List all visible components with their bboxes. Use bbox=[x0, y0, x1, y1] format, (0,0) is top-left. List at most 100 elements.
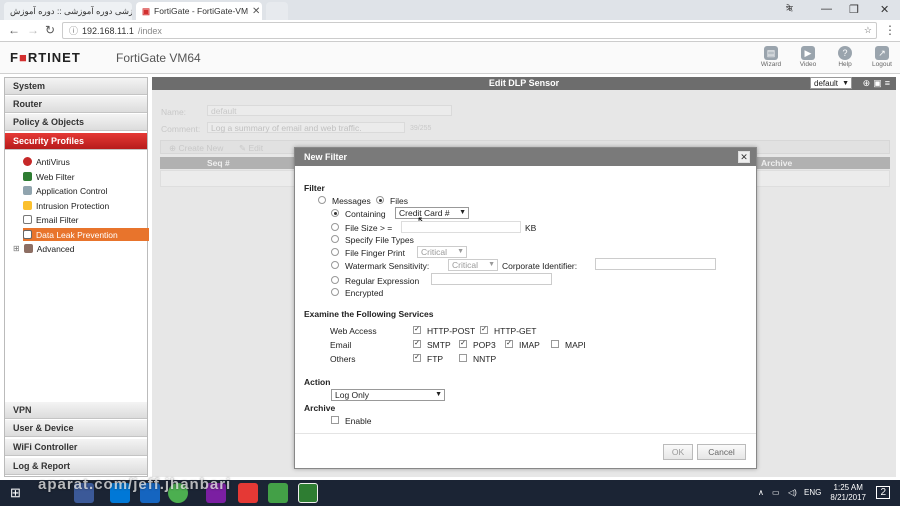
watermark-label: Watermark Sensitivity: bbox=[345, 261, 430, 271]
messages-label: Messages bbox=[332, 196, 371, 206]
file-size-input[interactable] bbox=[401, 221, 521, 233]
encrypted-radio[interactable] bbox=[331, 288, 339, 296]
sidebar-item-intrusion-protection[interactable]: Intrusion Protection bbox=[23, 199, 113, 212]
cancel-button[interactable]: Cancel bbox=[697, 444, 746, 460]
watermark-select[interactable]: Critical ▼ bbox=[448, 259, 498, 271]
http-get-label: HTTP-GET bbox=[494, 326, 537, 336]
video-icon: ▶ bbox=[801, 46, 815, 60]
http-post-label: HTTP-POST bbox=[427, 326, 476, 336]
archive-enable-checkbox[interactable] bbox=[331, 416, 339, 424]
minimize-icon[interactable]: — bbox=[821, 3, 832, 15]
http-get-checkbox[interactable]: ✓ bbox=[480, 326, 488, 334]
shield-icon bbox=[23, 201, 32, 210]
browser-tab-course[interactable]: فیلم آموزشی دوره آموزشی :: دوره آموزش ✕ bbox=[4, 2, 132, 20]
windows-start-icon[interactable]: ⊞ bbox=[10, 485, 21, 501]
regex-input[interactable] bbox=[431, 273, 552, 285]
regex-label: Regular Expression bbox=[345, 276, 420, 286]
action-select[interactable]: Log Only ▼ bbox=[331, 389, 445, 401]
ok-button[interactable]: OK bbox=[663, 444, 693, 460]
file-types-radio[interactable] bbox=[331, 235, 339, 243]
email-label: Email bbox=[330, 340, 352, 350]
sidebar-item-email-filter[interactable]: Email Filter bbox=[23, 213, 83, 226]
video-button[interactable]: ▶ Video bbox=[794, 46, 822, 68]
menu-icon[interactable]: ⋮ bbox=[884, 23, 896, 37]
ftp-checkbox[interactable]: ✓ bbox=[413, 354, 421, 362]
watermark: aparat.com/jeff.jhanbari bbox=[38, 476, 232, 493]
clone-icon[interactable]: ▣ bbox=[873, 78, 885, 88]
network-icon[interactable]: ▭ bbox=[772, 488, 780, 497]
url-field[interactable]: ⓘ 192.168.11.1/index ☆ bbox=[62, 22, 877, 39]
corp-id-input[interactable] bbox=[595, 258, 716, 270]
http-post-checkbox[interactable]: ✓ bbox=[413, 326, 421, 334]
tab-label: FortiGate - FortiGate-VM bbox=[154, 6, 249, 16]
regex-radio[interactable] bbox=[331, 276, 339, 284]
reload-icon[interactable]: ↻ bbox=[45, 23, 55, 37]
info-icon: ⓘ bbox=[69, 26, 79, 36]
sidebar-item-policy-objects[interactable]: Policy & Objects bbox=[5, 114, 147, 131]
sidebar-item-advanced[interactable]: ⊞ Advanced bbox=[13, 242, 79, 255]
add-icon[interactable]: ⊕ bbox=[863, 78, 874, 88]
examine-section-label: Examine the Following Services bbox=[304, 309, 434, 319]
help-button[interactable]: ? Help bbox=[831, 46, 859, 68]
sidebar-item-data-leak-prevention[interactable]: Data Leak Prevention bbox=[23, 228, 149, 241]
dialog-title: New Filter bbox=[295, 148, 756, 166]
browser-tab-bar: فیلم آموزشی دوره آموزشی :: دوره آموزش ✕ … bbox=[0, 0, 900, 20]
wizard-button[interactable]: ▤ Wizard bbox=[757, 46, 785, 68]
sidebar-item-system[interactable]: System bbox=[5, 78, 147, 95]
vdom-select[interactable]: default ▼ bbox=[810, 77, 852, 89]
system-clock[interactable]: 1:25 AM 8/21/2017 bbox=[830, 483, 866, 503]
taskbar-app-icon[interactable] bbox=[298, 483, 318, 503]
input-language-label[interactable]: ENG bbox=[804, 488, 821, 497]
containing-select[interactable]: Credit Card # ▼ bbox=[395, 207, 469, 219]
imap-checkbox[interactable]: ✓ bbox=[505, 340, 513, 348]
files-radio[interactable] bbox=[376, 196, 384, 204]
chevron-down-icon: ▼ bbox=[457, 248, 464, 255]
sidebar-item-user-device[interactable]: User & Device bbox=[5, 420, 147, 437]
tab-label: فیلم آموزشی دوره آموزشی :: دوره آموزش bbox=[10, 5, 132, 16]
window-user-label: ऋॆ bbox=[786, 4, 793, 13]
volume-icon[interactable]: ◁) bbox=[788, 488, 797, 497]
close-icon[interactable]: ✕ bbox=[738, 151, 750, 163]
sidebar-item-log-report[interactable]: Log & Report bbox=[5, 458, 147, 475]
pop3-checkbox[interactable]: ✓ bbox=[459, 340, 467, 348]
sidebar-item-antivirus[interactable]: AntiVirus bbox=[23, 155, 74, 168]
close-tab-icon[interactable]: ✕ bbox=[252, 6, 260, 17]
containing-radio[interactable] bbox=[331, 209, 339, 217]
fortinet-logo: F■RTINET bbox=[10, 50, 81, 65]
antivirus-icon bbox=[23, 157, 32, 166]
maximize-icon[interactable]: ❐ bbox=[849, 3, 859, 16]
dlp-icon bbox=[23, 230, 32, 239]
messages-radio[interactable] bbox=[318, 196, 326, 204]
help-icon: ? bbox=[838, 46, 852, 60]
back-icon[interactable]: ← bbox=[8, 23, 20, 37]
tray-chevron-icon[interactable]: ∧ bbox=[758, 488, 764, 497]
list-icon[interactable]: ≡ bbox=[885, 78, 893, 88]
watermark-radio[interactable] bbox=[331, 261, 339, 269]
sidebar-item-wifi-controller[interactable]: WiFi Controller bbox=[5, 439, 147, 456]
sidebar-item-application-control[interactable]: Application Control bbox=[23, 184, 111, 197]
close-window-icon[interactable]: ✕ bbox=[880, 3, 889, 16]
url-host: 192.168.11.1 bbox=[82, 25, 134, 36]
finger-print-select[interactable]: Critical ▼ bbox=[417, 246, 467, 258]
sidebar-item-web-filter[interactable]: Web Filter bbox=[23, 170, 79, 183]
smtp-checkbox[interactable]: ✓ bbox=[413, 340, 421, 348]
sidebar-item-security-profiles[interactable]: Security Profiles bbox=[5, 133, 147, 150]
forward-icon[interactable]: → bbox=[27, 23, 39, 37]
bookmark-star-icon[interactable]: ☆ bbox=[864, 25, 872, 36]
pop3-label: POP3 bbox=[473, 340, 496, 350]
mapi-checkbox[interactable] bbox=[551, 340, 559, 348]
nntp-checkbox[interactable] bbox=[459, 354, 467, 362]
file-size-radio[interactable] bbox=[331, 223, 339, 231]
taskbar-app-icon[interactable] bbox=[268, 483, 288, 503]
browser-tab-fortigate[interactable]: ▣ FortiGate - FortiGate-VM ✕ bbox=[136, 2, 262, 20]
finger-print-radio[interactable] bbox=[331, 248, 339, 256]
sidebar-item-vpn[interactable]: VPN bbox=[5, 402, 147, 419]
logout-button[interactable]: ↗ Logout bbox=[868, 46, 896, 68]
mapi-label: MAPI bbox=[565, 340, 586, 350]
new-tab-button[interactable] bbox=[266, 2, 288, 20]
notification-icon[interactable]: 2 bbox=[876, 486, 890, 499]
sidebar-item-router[interactable]: Router bbox=[5, 96, 147, 113]
taskbar-app-icon[interactable] bbox=[238, 483, 258, 503]
chevron-down-icon: ▼ bbox=[842, 80, 849, 87]
imap-label: IMAP bbox=[519, 340, 540, 350]
